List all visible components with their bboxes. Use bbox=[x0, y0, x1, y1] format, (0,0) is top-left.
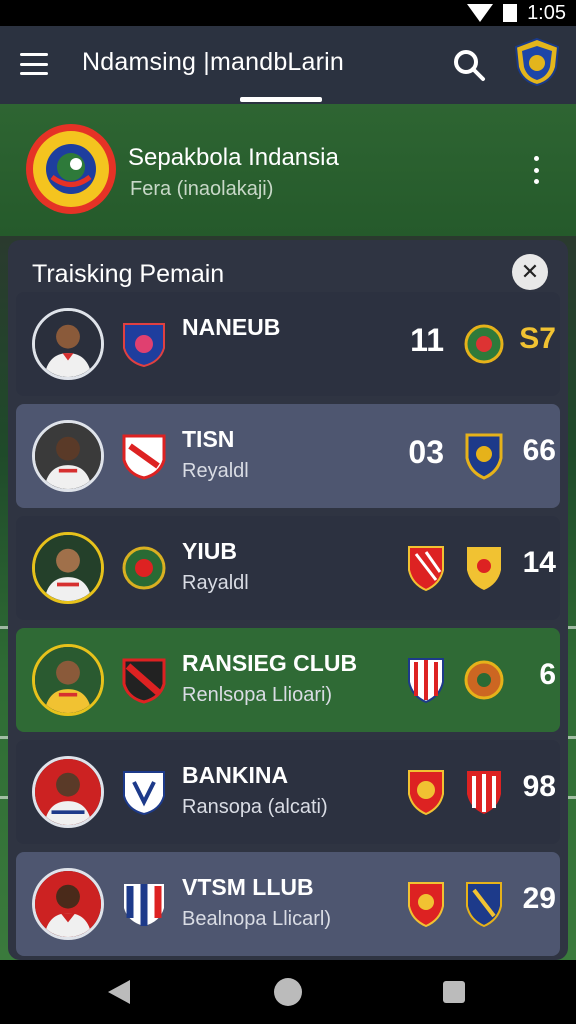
league-header: Sepakbola Indansia Fera (inaolakaji) bbox=[0, 104, 576, 236]
club-badge-icon bbox=[122, 658, 166, 704]
tab-indicator bbox=[240, 97, 322, 102]
club-badge-icon bbox=[464, 660, 504, 700]
team-logo-icon[interactable] bbox=[512, 37, 562, 87]
avatar bbox=[32, 308, 104, 380]
battery-icon bbox=[503, 4, 518, 22]
app-bar: Ndamsing |mandbLarin bbox=[0, 26, 576, 104]
club-badge-icon bbox=[122, 546, 166, 590]
club-badge-icon bbox=[123, 323, 165, 368]
player-name: YIUB bbox=[182, 538, 237, 564]
player-row[interactable]: YIUB Rayaldl 14 bbox=[16, 516, 560, 620]
league-subtitle: Fera (inaolakaji) bbox=[130, 178, 274, 200]
avatar bbox=[32, 868, 104, 940]
club-badge-icon bbox=[122, 434, 166, 480]
stat-value: 14 bbox=[522, 546, 556, 579]
player-row[interactable]: VTSM LLUB Bealnopa Llicarl) 29 bbox=[16, 852, 560, 956]
back-icon[interactable] bbox=[108, 980, 130, 1004]
recent-apps-icon[interactable] bbox=[443, 981, 465, 1003]
stat-value: 29 bbox=[522, 882, 556, 915]
player-name: TISN bbox=[182, 426, 235, 452]
player-club: Rayaldl bbox=[182, 572, 249, 594]
status-time: 1:05 bbox=[527, 1, 566, 24]
club-badge-icon bbox=[408, 546, 444, 592]
wifi-icon bbox=[467, 4, 494, 22]
avatar bbox=[32, 532, 104, 604]
player-row[interactable]: BANKINA Ransopa (alcati) 98 bbox=[16, 740, 560, 844]
stat-value: 6 bbox=[539, 658, 556, 691]
player-club: Ransopa (alcati) bbox=[182, 796, 328, 818]
league-logo-icon bbox=[26, 124, 116, 214]
close-icon[interactable]: ✕ bbox=[512, 254, 548, 290]
club-badge-icon bbox=[466, 882, 502, 928]
club-badge-icon bbox=[464, 324, 504, 364]
club-badge-icon bbox=[467, 547, 501, 590]
home-icon[interactable] bbox=[274, 978, 302, 1006]
avatar bbox=[32, 756, 104, 828]
stat-value: 11 bbox=[410, 322, 444, 358]
player-name: BANKINA bbox=[182, 762, 289, 788]
club-badge-icon bbox=[408, 882, 444, 928]
player-club: Renlsopa Llioari) bbox=[182, 684, 333, 706]
league-name: Sepakbola Indansia bbox=[128, 144, 339, 171]
club-badge-icon bbox=[408, 658, 444, 704]
status-bar: 1:05 bbox=[0, 0, 576, 26]
search-icon[interactable] bbox=[452, 48, 486, 82]
player-row[interactable]: NANEUB 11 S7 bbox=[16, 292, 560, 396]
stat-value: 98 bbox=[522, 770, 556, 803]
app-title: Ndamsing |mandbLarin bbox=[82, 48, 345, 76]
club-badge-icon bbox=[124, 884, 164, 926]
stat-value: S7 bbox=[519, 322, 556, 355]
player-ranking-panel: Traisking Pemain ✕ NANEUB 11 S7 TISN Rey… bbox=[8, 240, 568, 960]
stat-value: 66 bbox=[522, 434, 556, 467]
player-name: RANSIEG CLUB bbox=[182, 650, 358, 676]
player-row[interactable]: TISN Reyaldl 03 66 bbox=[16, 404, 560, 508]
player-club: Reyaldl bbox=[182, 460, 249, 482]
avatar bbox=[32, 420, 104, 492]
player-row[interactable]: RANSIEG CLUB Renlsopa Llioari) 6 bbox=[16, 628, 560, 732]
system-nav-bar bbox=[0, 960, 576, 1024]
more-vert-icon[interactable] bbox=[532, 156, 540, 184]
club-badge-icon bbox=[408, 770, 444, 816]
panel-title: Traisking Pemain bbox=[32, 260, 225, 288]
club-badge-icon bbox=[467, 771, 501, 814]
club-badge-icon bbox=[465, 433, 503, 480]
club-badge-icon bbox=[123, 771, 165, 816]
menu-icon[interactable] bbox=[20, 53, 48, 75]
avatar bbox=[32, 644, 104, 716]
stat-value: 03 bbox=[408, 434, 444, 470]
player-club: Bealnopa Llicarl) bbox=[182, 908, 331, 930]
player-name: VTSM LLUB bbox=[182, 874, 314, 900]
player-name: NANEUB bbox=[182, 314, 281, 340]
